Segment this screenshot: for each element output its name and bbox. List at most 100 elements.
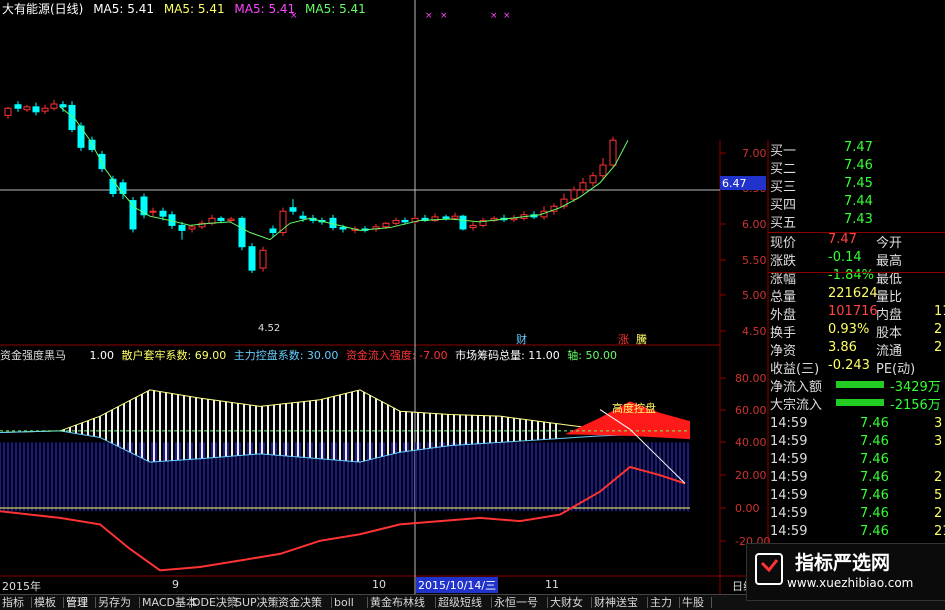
tab-13[interactable]: 财神送宝 [594,595,638,610]
bid-price: 7.47 [844,140,873,155]
flow-label: 净流入额 [770,380,823,395]
tick-price: 7.46 [860,524,889,539]
candle-body [459,215,467,230]
tab-11[interactable]: 永恒一号 [494,595,538,610]
tab-separator [232,597,233,608]
bid-label: 买五 [770,216,797,231]
indicator-tick-label: 20.00 [735,469,767,482]
tab-separator [275,597,276,608]
tick-row: 14:59 7.46 21 [768,524,945,542]
bid-price: 7.43 [844,212,873,227]
tab-12[interactable]: 大财女 [550,595,583,610]
ma-label: MA5: 5.41 [163,2,225,16]
bid-label: 买四 [770,198,797,213]
bid-label: 买三 [770,180,797,195]
candle-body [579,182,587,191]
flow-label: 大宗流入 [770,398,823,413]
tab-0[interactable]: 指标 [2,595,24,610]
tab-separator [647,597,648,608]
candle-body [248,246,256,271]
stat-value: 11 [934,304,945,319]
candle-body [217,217,225,221]
candle-body [259,249,267,269]
tab-separator [331,597,332,608]
ma5-line [59,106,629,241]
tab-7[interactable]: 资金决策 [278,595,322,610]
stat-label: PE(动) [876,362,916,377]
tick-volume: 5 [934,488,943,503]
bid-row: 买三 7.45 [768,176,945,195]
candle-body [382,222,390,228]
tick-time: 14:59 [770,488,808,503]
tick-time: 14:59 [770,416,808,431]
flow-value: -3429万 [890,380,941,395]
stat-label: 涨幅 [770,272,797,287]
candle-body [4,107,12,116]
tab-separator [591,597,592,608]
stat-row: 总量 221624 量比 [768,286,945,305]
tick-row: 14:59 7.46 3 [768,416,945,434]
candle-body [269,228,277,234]
ma-label: MA5: 5.41 [234,2,296,16]
watermark-url: www.xuezhibiao.com [787,576,914,590]
candle-body [159,210,167,217]
stat-label: 现价 [770,236,797,251]
candle-body [50,103,58,109]
candle-body [178,224,186,231]
tab-9[interactable]: 黄金布林线 [370,595,425,610]
indicator-param: 1.00 [89,349,115,362]
signal-marker: × [490,11,498,21]
stat-row: 换手 0.93% 股本 2 [768,322,945,341]
candle-body [109,178,117,194]
tab-3[interactable]: 另存为 [98,595,131,610]
rise-marker: 涨 [618,333,629,346]
tick-volume: 21 [934,524,945,539]
stat-label: 涨跌 [770,254,797,269]
bid-row: 买二 7.46 [768,158,945,177]
candle-body [401,219,409,223]
stat-label: 内盘 [876,308,903,323]
indicator-name[interactable]: 资金强度黑马 [0,349,66,362]
bid-price: 7.45 [844,176,873,191]
tab-14[interactable]: 主力 [650,595,672,610]
bid-row: 买五 7.43 [768,212,945,231]
candle-body [41,107,49,112]
panel-separator [768,272,945,273]
tick-time: 14:59 [770,452,808,467]
stat-value: -0.243 [828,358,870,373]
watermark-title: 指标严选网 [795,552,891,574]
tick-time: 14:59 [770,434,808,449]
tab-1[interactable]: 模板 [34,595,56,610]
indicator-param: 散户套牢系数: 69.00 [121,349,227,362]
candle-body [77,125,85,148]
tick-row: 14:59 7.46 5 [768,488,945,506]
signal-marker: × [440,11,448,21]
tab-6[interactable]: SUP决策 [235,595,279,610]
stat-value: 0.93% [828,322,870,337]
panel-separator [768,232,945,233]
tab-5[interactable]: DDE决策 [192,595,238,610]
candle-body [238,217,246,248]
bid-label: 买一 [770,144,797,159]
tick-price: 7.46 [860,488,889,503]
bid-price: 7.44 [844,194,873,209]
date-label: 11 [545,578,559,591]
tick-time: 14:59 [770,506,808,521]
price-tick-label: 5.00 [742,289,767,302]
indicator-tick-label: 40.00 [735,436,767,449]
tab-10[interactable]: 超级短线 [438,595,482,610]
tab-8[interactable]: boll [334,595,354,610]
watermark: 指标严选网 www.xuezhibiao.com [746,543,945,601]
tab-2[interactable]: 管理 [66,595,88,610]
price-tick-label: 5.50 [742,254,767,267]
tick-volume: 2 [934,470,943,485]
stat-row: 外盘 101716内盘 11 [768,304,945,323]
date-label: 9 [172,578,179,591]
indicator-tick-label: 0.00 [735,502,760,515]
stat-label: 收益(三) [770,362,820,377]
ma-label: MA5: 5.41 [93,2,154,16]
tick-time: 14:59 [770,524,808,539]
tab-separator [63,597,64,608]
candle-body [119,182,127,194]
tab-15[interactable]: 牛股 [682,595,704,610]
